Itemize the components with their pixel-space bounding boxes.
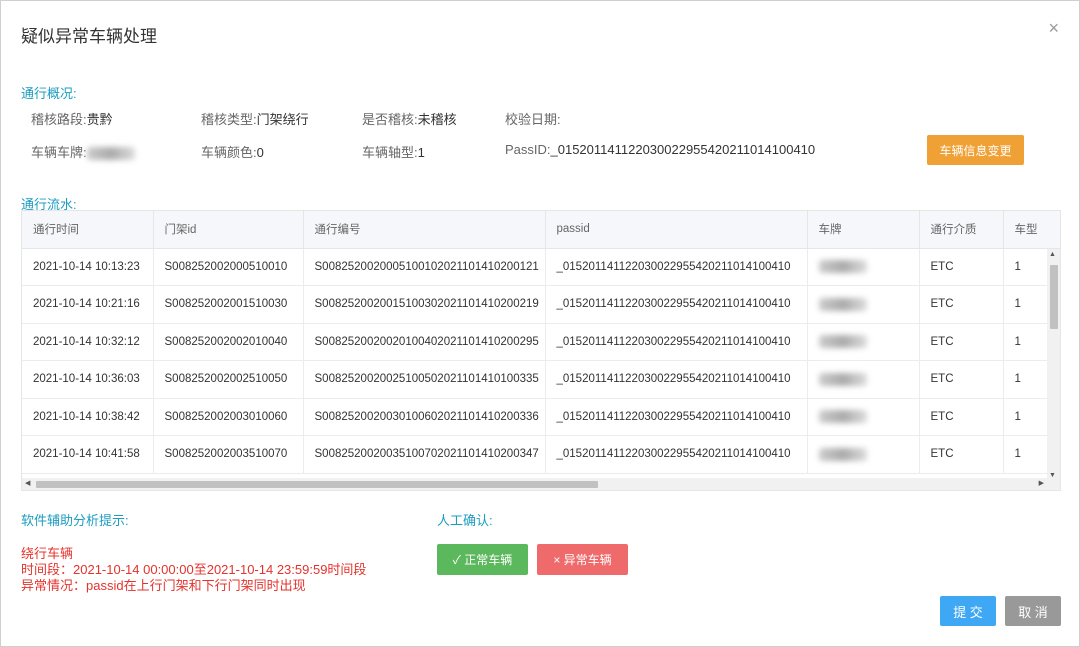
info-passid: PassID:_01520114112203002295542021101410… xyxy=(505,142,816,157)
table-row[interactable]: 2021-10-14 10:36:03 S008252002002510050 … xyxy=(22,360,1060,399)
scroll-left-icon[interactable]: ◀ xyxy=(25,479,30,487)
submit-button[interactable]: 提 交 xyxy=(940,596,996,626)
plate-blurred xyxy=(818,447,867,461)
cell-passid: _015201141122030022955420211014100410 xyxy=(545,360,808,399)
normal-vehicle-button[interactable]: ✓ 正常车辆 xyxy=(437,544,528,575)
cell-passid: _015201141122030022955420211014100410 xyxy=(545,398,808,436)
horizontal-scrollbar[interactable]: ◀ ▶ xyxy=(22,478,1060,490)
hint-line-period: 时间段：2021-10-14 00:00:00至2021-10-14 23:59… xyxy=(21,562,367,577)
cell-time: 2021-10-14 10:41:58 xyxy=(22,435,154,474)
cell-time: 2021-10-14 10:21:16 xyxy=(22,285,154,324)
analysis-hint: 绕行车辆 时间段：2021-10-14 00:00:00至2021-10-14 … xyxy=(21,546,366,594)
hint-line-type: 绕行车辆 xyxy=(21,546,74,561)
close-icon[interactable]: × xyxy=(1048,18,1059,38)
cell-pass-no: S0082520020035100702021101410200347 xyxy=(303,435,546,474)
cell-gantry-id: S008252002002010040 xyxy=(153,323,304,361)
cell-gantry-id: S008252002003510070 xyxy=(153,435,304,474)
cell-plate xyxy=(807,435,920,474)
analysis-label: 软件辅助分析提示: xyxy=(21,513,129,528)
cell-pass-no: S0082520020020100402021101410200295 xyxy=(303,323,546,361)
cell-medium: ETC xyxy=(919,360,1004,399)
cell-passid: _015201141122030022955420211014100410 xyxy=(545,285,808,324)
table-row[interactable]: 2021-10-14 10:13:23 S008252002000510010 … xyxy=(22,248,1060,286)
cell-passid: _015201141122030022955420211014100410 xyxy=(545,248,808,286)
cell-gantry-id: S008252002002510050 xyxy=(153,360,304,399)
cell-gantry-id: S008252002000510010 xyxy=(153,248,304,286)
cell-medium: ETC xyxy=(919,398,1004,436)
vehicle-info-change-button[interactable]: 车辆信息变更 xyxy=(927,135,1024,165)
cell-pass-no: S0082520020030100602021101410200336 xyxy=(303,398,546,436)
info-plate: 车辆车牌: xyxy=(31,142,135,161)
info-axle: 车辆轴型:1 xyxy=(362,145,425,160)
cell-plate xyxy=(807,285,920,324)
col-header-pass-no[interactable]: 通行编号 xyxy=(303,211,546,249)
table-row[interactable]: 2021-10-14 10:41:58 S008252002003510070 … xyxy=(22,435,1060,474)
col-header-gantry-id[interactable]: 门架id xyxy=(153,211,304,249)
cell-pass-no: S008252002000510010202110141020012​1 xyxy=(303,248,546,286)
info-audit-section: 稽核路段:贵黔 xyxy=(31,112,113,127)
plate-blurred xyxy=(818,335,867,349)
plate-blurred xyxy=(818,410,867,424)
cell-gantry-id: S008252002003010060 xyxy=(153,398,304,436)
cancel-button[interactable]: 取 消 xyxy=(1005,596,1061,626)
dialog-title: 疑似异常车辆处理 xyxy=(21,27,157,46)
cell-plate xyxy=(807,398,920,436)
cell-gantry-id: S008252002001510030 xyxy=(153,285,304,324)
abnormal-vehicle-button[interactable]: × 异常车辆 xyxy=(537,544,628,575)
horizontal-scroll-thumb[interactable] xyxy=(36,481,598,488)
overview-label: 通行概况: xyxy=(21,86,77,101)
cell-plate xyxy=(807,360,920,399)
col-header-passid[interactable]: passid xyxy=(545,211,808,249)
col-header-medium[interactable]: 通行介质 xyxy=(919,211,1004,249)
vertical-scrollbar[interactable]: ▲ ▼ xyxy=(1047,249,1060,481)
info-audit-type: 稽核类型:门架绕行 xyxy=(201,112,309,127)
col-header-time[interactable]: 通行时间 xyxy=(22,211,154,249)
cell-passid: _015201141122030022955420211014100410 xyxy=(545,435,808,474)
cell-time: 2021-10-14 10:36:03 xyxy=(22,360,154,399)
plate-blurred xyxy=(818,372,867,386)
table-row[interactable]: 2021-10-14 10:38:42 S008252002003010060 … xyxy=(22,398,1060,436)
info-audit-status: 是否稽核:未稽核 xyxy=(362,112,457,127)
cell-medium: ETC xyxy=(919,323,1004,361)
cell-time: 2021-10-14 10:38:42 xyxy=(22,398,154,436)
cell-medium: ETC xyxy=(919,285,1004,324)
flow-table-grid: 通行时间 门架id 通行编号 passid 车牌 通行介质 车型 2021-10… xyxy=(22,211,1060,474)
plate-blurred xyxy=(86,147,135,161)
table-header-row: 通行时间 门架id 通行编号 passid 车牌 通行介质 车型 xyxy=(22,211,1060,249)
col-header-plate[interactable]: 车牌 xyxy=(807,211,920,249)
vertical-scroll-thumb[interactable] xyxy=(1050,265,1058,329)
plate-blurred xyxy=(818,260,867,274)
plate-blurred xyxy=(818,297,867,311)
cell-time: 2021-10-14 10:32:12 xyxy=(22,323,154,361)
cell-medium: ETC xyxy=(919,248,1004,286)
flow-table: 通行时间 门架id 通行编号 passid 车牌 通行介质 车型 2021-10… xyxy=(21,210,1061,491)
table-row[interactable]: 2021-10-14 10:21:16 S008252002001510030 … xyxy=(22,285,1060,324)
dialog: 疑似异常车辆处理 × 通行概况: 稽核路段:贵黔 稽核类型:门架绕行 是否稽核:… xyxy=(0,0,1080,647)
cell-passid: _015201141122030022955420211014100410 xyxy=(545,323,808,361)
cell-pass-no: S0082520020025100502021101410100335 xyxy=(303,360,546,399)
hint-line-abnormal: 异常情况：passid在上行门架和下行门架同时出现 xyxy=(21,578,306,593)
table-row[interactable]: 2021-10-14 10:32:12 S008252002002010040 … xyxy=(22,323,1060,361)
col-header-vehicle-type[interactable]: 车型 xyxy=(1003,211,1060,249)
cell-plate xyxy=(807,323,920,361)
cell-plate xyxy=(807,248,920,286)
scroll-right-icon[interactable]: ▶ xyxy=(1039,479,1044,487)
info-color: 车辆颜色:0 xyxy=(201,145,264,160)
manual-confirm-label: 人工确认: xyxy=(437,513,493,528)
cell-pass-no: S0082520020015100302021101410200219 xyxy=(303,285,546,324)
cell-medium: ETC xyxy=(919,435,1004,474)
scroll-up-icon[interactable]: ▲ xyxy=(1049,251,1056,258)
info-check-date: 校验日期: xyxy=(505,112,561,127)
cell-time: 2021-10-14 10:13:23 xyxy=(22,248,154,286)
